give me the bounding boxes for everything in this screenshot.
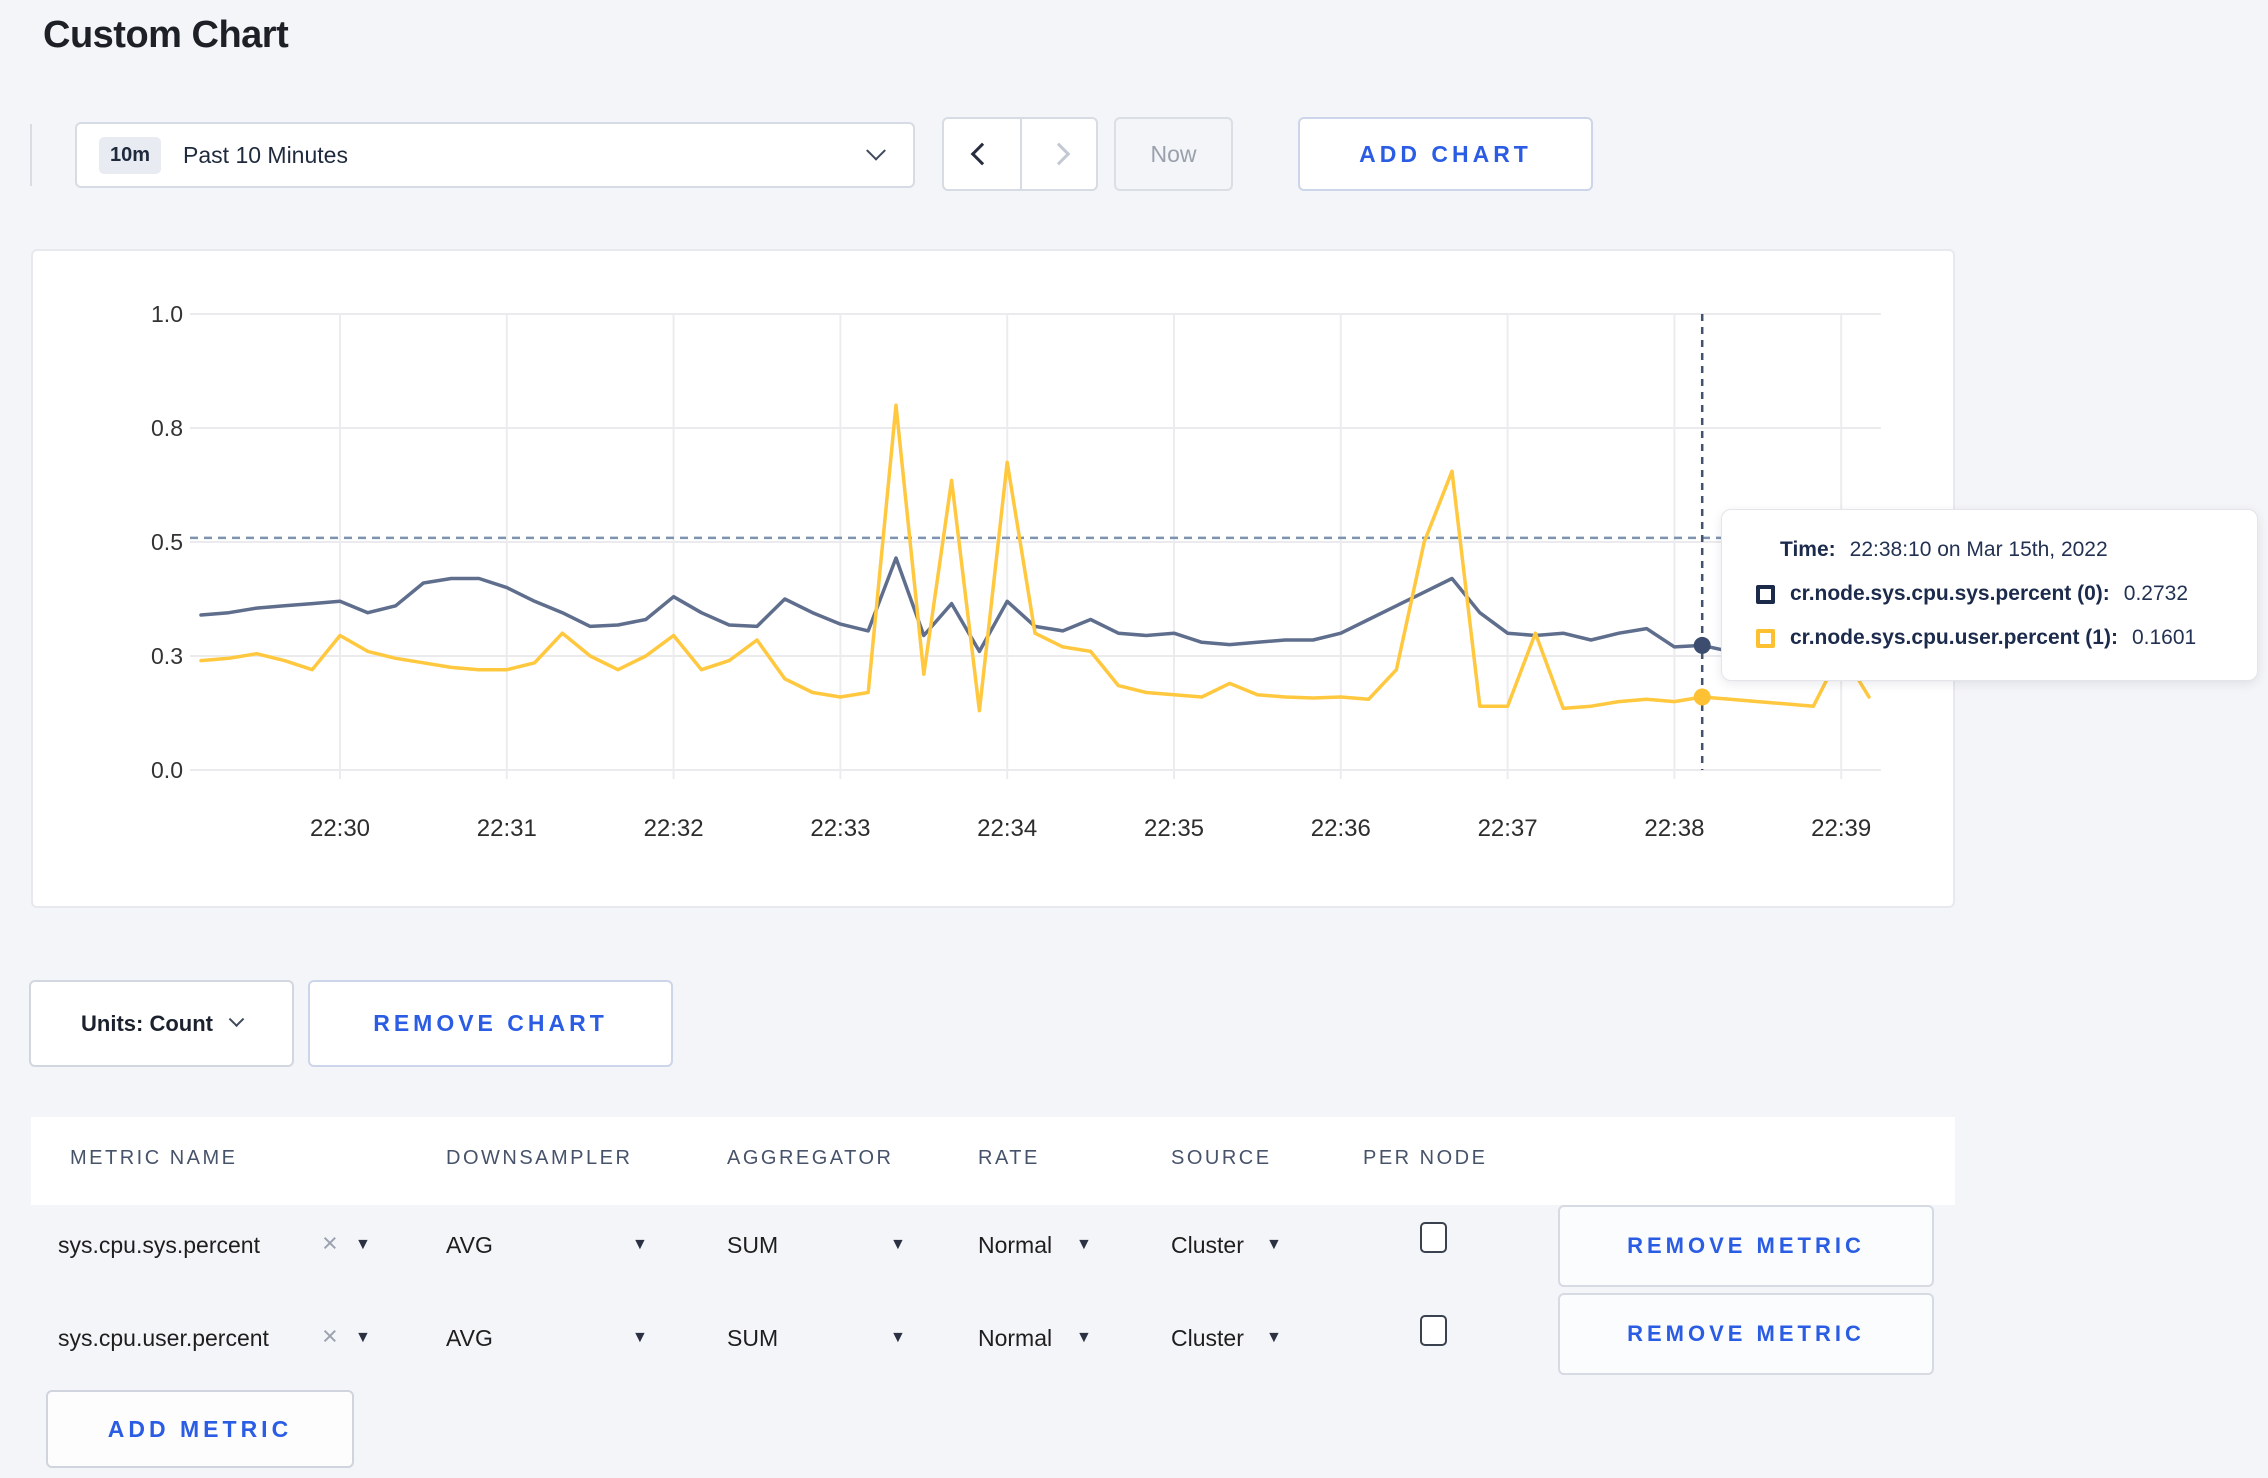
col-header-downsampler: DOWNSAMPLER [446, 1147, 633, 1169]
col-header-metric-name: METRIC NAME [70, 1147, 238, 1169]
rate-select[interactable]: Normal [978, 1325, 1052, 1352]
series-swatch-icon [1756, 628, 1775, 648]
metric-name-value[interactable]: sys.cpu.user.percent [58, 1325, 269, 1352]
prev-time-button[interactable] [944, 119, 1020, 189]
rate-select[interactable]: Normal [978, 1232, 1052, 1259]
downsampler-dropdown-icon[interactable]: ▼ [632, 1329, 648, 1347]
source-dropdown-icon[interactable]: ▼ [1266, 1329, 1282, 1347]
tooltip-time-row: Time: 22:38:10 on Mar 15th, 2022 [1756, 535, 2257, 565]
add-metric-button[interactable]: ADD METRIC [46, 1390, 354, 1468]
aggregator-select[interactable]: SUM [727, 1232, 778, 1259]
toolbar-divider [30, 124, 32, 186]
remove-metric-button[interactable]: REMOVE METRIC [1558, 1293, 1934, 1375]
tooltip-series-value: 0.1601 [2131, 626, 2197, 649]
units-dropdown[interactable]: Units: Count [29, 980, 294, 1067]
clear-metric-icon[interactable]: × [322, 1321, 338, 1352]
downsampler-select[interactable]: AVG [446, 1325, 493, 1352]
metric-name-dropdown-icon[interactable]: ▼ [355, 1236, 371, 1254]
page-title: Custom Chart [43, 14, 289, 56]
units-label: Units: Count [81, 1010, 213, 1036]
downsampler-select[interactable]: AVG [446, 1232, 493, 1259]
chevron-down-icon [866, 140, 886, 161]
time-window-label: Past 10 Minutes [183, 141, 348, 168]
time-window-badge: 10m [99, 136, 162, 174]
chart-hover-tooltip: Time: 22:38:10 on Mar 15th, 2022 cr.node… [1721, 509, 2258, 681]
tooltip-series-label: cr.node.sys.cpu.sys.percent (0): [1790, 582, 2110, 605]
source-dropdown-icon[interactable]: ▼ [1266, 1236, 1282, 1254]
series-swatch-icon [1756, 584, 1775, 604]
tooltip-time-value: 22:38:10 on Mar 15th, 2022 [1849, 538, 2108, 561]
tooltip-series-row: cr.node.sys.cpu.sys.percent (0): 0.2732 [1756, 579, 2257, 609]
now-button[interactable]: Now [1114, 117, 1233, 191]
per-node-checkbox[interactable] [1420, 1222, 1447, 1253]
tooltip-time-label: Time: [1780, 538, 1836, 561]
aggregator-dropdown-icon[interactable]: ▼ [890, 1236, 906, 1254]
chevron-right-icon [1047, 142, 1071, 166]
source-select[interactable]: Cluster [1171, 1232, 1244, 1259]
tooltip-series-row: cr.node.sys.cpu.user.percent (1): 0.1601 [1756, 623, 2257, 653]
clear-metric-icon[interactable]: × [322, 1228, 338, 1259]
rate-dropdown-icon[interactable]: ▼ [1076, 1329, 1092, 1347]
add-chart-button[interactable]: ADD CHART [1298, 117, 1593, 191]
rate-dropdown-icon[interactable]: ▼ [1076, 1236, 1092, 1254]
metric-name-value[interactable]: sys.cpu.sys.percent [58, 1232, 260, 1259]
tooltip-series-label: cr.node.sys.cpu.user.percent (1): [1790, 626, 2118, 649]
downsampler-dropdown-icon[interactable]: ▼ [632, 1236, 648, 1254]
col-header-per-node: PER NODE [1363, 1147, 1488, 1169]
next-time-button[interactable] [1020, 119, 1096, 189]
time-pager [942, 117, 1098, 191]
tooltip-series-value: 0.2732 [2123, 582, 2189, 605]
metric-name-dropdown-icon[interactable]: ▼ [355, 1329, 371, 1347]
source-select[interactable]: Cluster [1171, 1325, 1244, 1352]
aggregator-dropdown-icon[interactable]: ▼ [890, 1329, 906, 1347]
chevron-down-icon [228, 1011, 245, 1028]
col-header-source: SOURCE [1171, 1147, 1272, 1169]
remove-metric-button[interactable]: REMOVE METRIC [1558, 1205, 1934, 1287]
aggregator-select[interactable]: SUM [727, 1325, 778, 1352]
remove-chart-button[interactable]: REMOVE CHART [308, 980, 673, 1067]
chevron-left-icon [970, 142, 994, 166]
per-node-checkbox[interactable] [1420, 1315, 1447, 1346]
col-header-rate: RATE [978, 1147, 1040, 1169]
time-window-dropdown[interactable]: 10m Past 10 Minutes [75, 122, 915, 188]
col-header-aggregator: AGGREGATOR [727, 1147, 894, 1169]
chart-card [31, 249, 1955, 908]
